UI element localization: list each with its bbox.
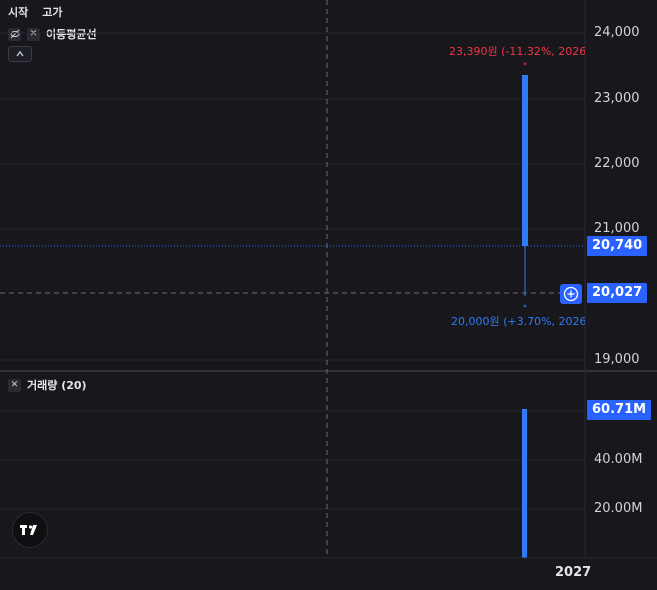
low-annotation: 20,000원 (+3.70%, 2026.( bbox=[451, 315, 585, 328]
plus-circle-icon bbox=[563, 286, 579, 302]
volume-last-tag: 60.71M bbox=[587, 400, 652, 420]
volume-bar bbox=[522, 409, 527, 558]
volume-legend-title: 거래량 (20) bbox=[27, 379, 87, 392]
price-tick: 22,000 bbox=[594, 156, 640, 171]
add-alert-button[interactable] bbox=[560, 284, 582, 304]
high-annotation: 23,390원 (-11.32%, 2026. bbox=[449, 45, 585, 58]
time-axis-label: 2027 bbox=[555, 565, 592, 580]
low-marker: * bbox=[523, 303, 527, 312]
high-marker: * bbox=[523, 61, 527, 70]
volume-legend: ✕ 거래량 (20) bbox=[8, 377, 87, 393]
chart-canvas[interactable]: * * bbox=[0, 0, 657, 590]
logo-glyph bbox=[20, 525, 37, 535]
cursor-price-tag: 20,027 bbox=[587, 283, 648, 303]
tradingview-logo-icon[interactable] bbox=[12, 512, 48, 548]
volume-grid bbox=[0, 410, 585, 510]
price-tick: 21,000 bbox=[594, 221, 640, 236]
candle-body bbox=[522, 75, 528, 246]
last-price-tag: 20,740 bbox=[587, 236, 648, 256]
price-tick: 24,000 bbox=[594, 25, 640, 40]
close-icon[interactable]: ✕ bbox=[8, 378, 21, 392]
time-axis-border bbox=[0, 557, 657, 559]
volume-tick: 20.00M bbox=[594, 501, 643, 516]
price-tick: 23,000 bbox=[594, 91, 640, 106]
price-tick: 19,000 bbox=[594, 352, 640, 367]
volume-tick: 40.00M bbox=[594, 452, 643, 467]
price-grid bbox=[0, 32, 585, 361]
